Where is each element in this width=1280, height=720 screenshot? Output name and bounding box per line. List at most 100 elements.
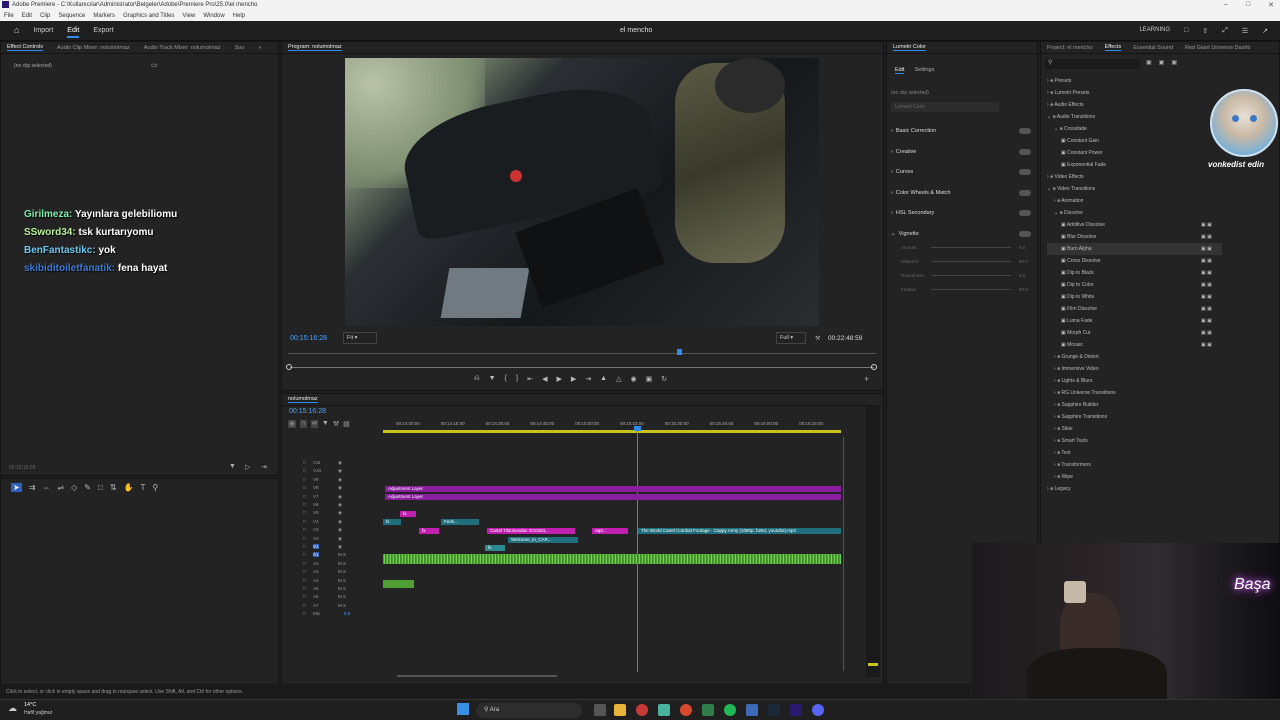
param-slider[interactable] <box>931 275 1011 276</box>
effects-tree-item[interactable]: ▣ Blur Dissolve <box>1047 231 1222 243</box>
app-icon[interactable] <box>658 704 670 716</box>
mute-solo-icon[interactable]: M S <box>338 594 346 599</box>
nav-edit[interactable]: Edit <box>67 27 80 38</box>
param-value[interactable]: 50.0 <box>1019 259 1028 264</box>
video-clip-v3a[interactable]: fx <box>419 528 439 534</box>
lock-icon[interactable]: □ <box>303 594 306 599</box>
nest-icon[interactable]: ⊕ <box>288 420 296 428</box>
discord-icon[interactable] <box>812 704 824 716</box>
tab-effect-controls[interactable]: Effect Controls <box>7 44 43 51</box>
browser-icon[interactable] <box>680 704 692 716</box>
lumetri-section-curves[interactable]: › Curves <box>891 162 1031 183</box>
track-header[interactable]: □ V1 ◉ <box>283 544 383 552</box>
track-header[interactable]: □ A2 M S <box>283 561 383 569</box>
effects-tree-item[interactable]: › ■ Animation <box>1047 195 1222 207</box>
rectangle-tool-icon[interactable]: □ <box>98 483 103 492</box>
lock-icon[interactable]: □ <box>303 502 306 507</box>
effects-tree-item[interactable]: ▣ Film Dissolve <box>1047 303 1222 315</box>
tab-effects[interactable]: Effects <box>1104 44 1122 51</box>
minimize-icon[interactable]: – <box>1224 1 1228 9</box>
lock-icon[interactable]: □ <box>303 544 306 549</box>
effects-tree-item[interactable]: ▣ Constant Power <box>1047 147 1222 159</box>
lumetri-section-wheels[interactable]: › Color Wheels & Match <box>891 183 1031 204</box>
lock-icon[interactable]: □ <box>303 586 306 591</box>
eye-icon[interactable]: ◉ <box>338 510 342 516</box>
effects-tree-item[interactable]: › ■ Sapphire Transitions <box>1047 411 1222 423</box>
welcome-clip[interactable]: Welcome_to_CAR... <box>508 537 578 543</box>
resolution-dropdown[interactable]: Full ▾ <box>776 332 806 344</box>
program-playhead[interactable] <box>677 349 682 355</box>
steam-icon[interactable] <box>768 704 780 716</box>
track-header[interactable]: □ V2 ◉ <box>283 536 383 544</box>
effects-tree-item[interactable]: ▣ Constant Gain <box>1047 135 1222 147</box>
program-zoom-bar[interactable] <box>290 367 874 368</box>
menu-view[interactable]: View <box>182 13 195 19</box>
insert-icon[interactable]: ⎌ <box>474 375 480 383</box>
mute-solo-icon[interactable]: M S <box>338 586 346 591</box>
accelerated-filter-icon[interactable]: ▣ <box>1146 59 1152 66</box>
world-cartel-clip[interactable]: The World Cartel Combat Footage - Cappy … <box>638 528 841 534</box>
nav-export[interactable]: Export <box>93 27 113 38</box>
timeline-vertical-scrollbar[interactable] <box>843 437 844 671</box>
mix-value[interactable]: 0.0 <box>344 611 350 616</box>
track-header[interactable]: □ A5 M S <box>283 586 383 594</box>
tab-red-giant[interactable]: Red Giant Universe Dashb <box>1185 45 1250 51</box>
effects-tree-item[interactable]: ▣ Exponential Fade <box>1047 159 1222 171</box>
section-toggle[interactable] <box>1019 169 1031 175</box>
photos-icon[interactable] <box>746 704 758 716</box>
track-label[interactable]: A3 <box>313 569 319 574</box>
menu-window[interactable]: Window <box>203 13 224 19</box>
track-header[interactable]: □ V7 ◉ <box>283 494 383 502</box>
mute-solo-icon[interactable]: M S <box>338 603 346 608</box>
audio-clip-a1[interactable] <box>383 554 841 564</box>
track-label[interactable]: V10 <box>313 468 321 473</box>
track-label[interactable]: V11 <box>313 460 321 465</box>
menu-file[interactable]: File <box>4 13 14 19</box>
track-header[interactable]: □ A6 M S <box>283 594 383 602</box>
track-label[interactable]: A7 <box>313 603 319 608</box>
program-ruler[interactable] <box>288 353 876 354</box>
razor-tool-icon[interactable]: ◇ <box>71 483 77 492</box>
rapt-clip[interactable]: rapt... <box>592 528 628 534</box>
file-explorer-icon[interactable] <box>614 704 626 716</box>
lock-icon[interactable]: □ <box>303 477 306 482</box>
lumetri-section-creative[interactable]: › Creative <box>891 142 1031 163</box>
tab-lumetri[interactable]: Lumetri Color <box>893 44 927 51</box>
hand-tool-icon[interactable]: ✋ <box>124 483 134 492</box>
tab-audio-clip-mixer[interactable]: Audio Clip Mixer: nolumolmaz <box>57 45 130 51</box>
zoom-handle-left[interactable] <box>286 364 292 370</box>
windows-start-icon[interactable] <box>457 703 469 715</box>
track-label[interactable]: A1 <box>313 552 319 558</box>
fit-dropdown[interactable]: Fit ▾ <box>343 332 377 344</box>
weather-desc[interactable]: Hafif yağmur <box>24 710 52 716</box>
param-slider[interactable] <box>931 289 1011 290</box>
param-value[interactable]: 0.0 <box>1019 273 1025 278</box>
mute-solo-icon[interactable]: M S <box>338 569 346 574</box>
maximize-icon[interactable]: □ <box>1246 1 1250 9</box>
export-frame-icon[interactable]: ⇥ <box>261 463 267 471</box>
param-value[interactable]: 0.0 <box>1019 245 1025 250</box>
mute-solo-icon[interactable]: M S <box>338 561 346 566</box>
effects-tree-item[interactable]: › ■ Transformers <box>1047 459 1222 471</box>
effects-tree-item[interactable]: ⌄ ■ Video Transitions <box>1047 183 1222 195</box>
home-icon[interactable]: ⌂ <box>14 25 19 38</box>
effects-tree-item[interactable]: › ■ Text <box>1047 447 1222 459</box>
section-toggle[interactable] <box>1019 230 1031 237</box>
nav-import[interactable]: Import <box>33 27 53 38</box>
excel-icon[interactable] <box>702 704 714 716</box>
panel-expand-icon[interactable]: ▭ <box>151 61 158 69</box>
track-header[interactable]: □ Mix 0.0 <box>283 611 383 619</box>
tab-timeline[interactable]: nolumolmaz <box>288 396 318 403</box>
track-select-icon[interactable]: ⇉ <box>29 483 36 492</box>
effects-tree-item[interactable]: › ■ Video Effects <box>1047 171 1222 183</box>
track-header[interactable]: □ A7 M S <box>283 603 383 611</box>
mark-in-icon[interactable]: { <box>505 375 507 383</box>
track-header[interactable]: □ V6 ◉ <box>283 502 383 510</box>
eye-icon[interactable]: ◉ <box>338 485 342 491</box>
video-clip-v4[interactable]: fx <box>383 519 401 525</box>
pen-tool-icon[interactable]: ✎ <box>84 483 91 492</box>
effects-tree-item[interactable]: ▣ Additive Dissolve <box>1047 219 1222 231</box>
effects-tree-item[interactable]: › ■ Grunge & Distort <box>1047 351 1222 363</box>
rolling-edit-icon[interactable]: ⇌ <box>57 483 64 492</box>
menu-graphics[interactable]: Graphics and Titles <box>123 13 174 19</box>
